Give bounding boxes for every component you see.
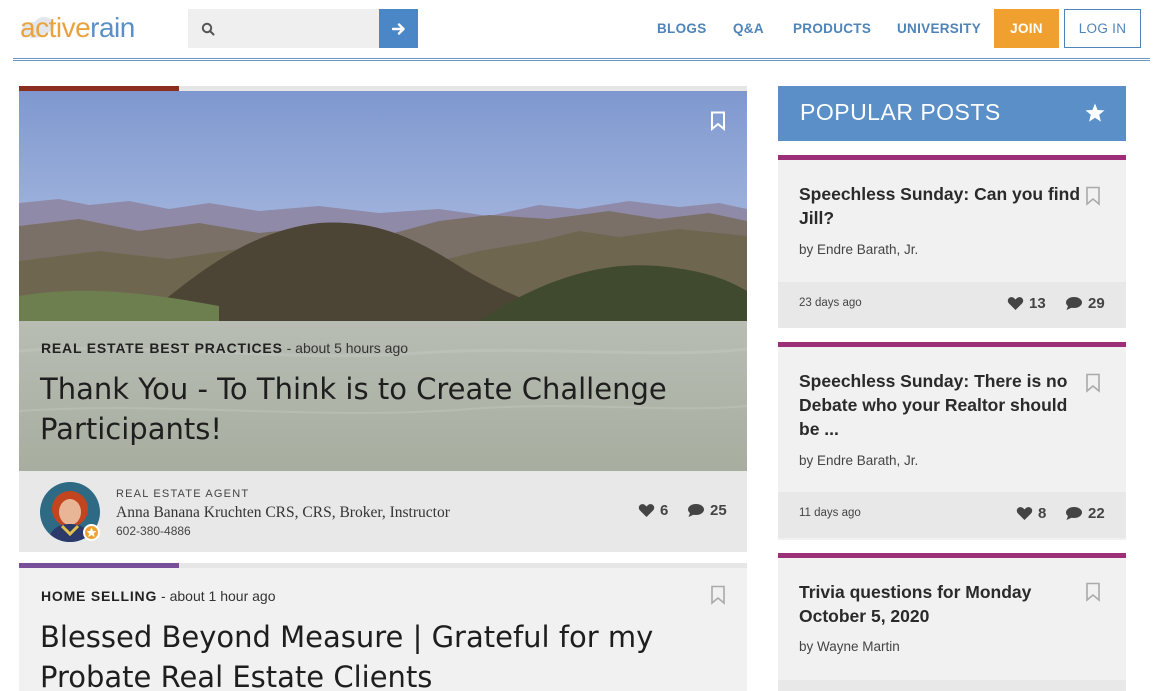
likes-count[interactable]: 8 — [1016, 505, 1046, 522]
agent-badge-icon — [83, 524, 100, 541]
likes-count[interactable]: 13 — [1007, 295, 1046, 312]
logo-text-active: active — [20, 12, 91, 43]
heart-icon — [638, 504, 655, 517]
nav-qa[interactable]: Q&A — [733, 8, 764, 48]
popular-post-title[interactable]: Trivia questions for Monday October 5, 2… — [799, 580, 1081, 628]
star-icon — [1085, 103, 1105, 122]
activerain-logo[interactable]: activerain — [20, 12, 135, 44]
post-title[interactable]: Blessed Beyond Measure | Grateful for my… — [40, 617, 730, 691]
popular-post-footer — [778, 680, 1126, 691]
popular-post-card[interactable]: Speechless Sunday: Can you find Jill? by… — [778, 155, 1126, 328]
search-input[interactable] — [224, 15, 374, 42]
post-category-link[interactable]: REAL ESTATE BEST PRACTICES — [41, 340, 283, 356]
popular-posts-header: POPULAR POSTS — [778, 86, 1126, 141]
logo-text-rain: rain — [90, 12, 135, 43]
card-top-bar — [778, 155, 1126, 160]
heart-icon — [1016, 507, 1033, 520]
popular-post-author[interactable]: by Endre Barath, Jr. — [799, 453, 918, 468]
arrow-right-icon — [391, 22, 405, 35]
popular-post-age: 11 days ago — [799, 507, 861, 519]
header-divider — [13, 58, 1150, 61]
comment-icon — [688, 504, 704, 517]
comment-icon — [1066, 507, 1082, 520]
bookmark-icon[interactable] — [1085, 186, 1101, 206]
search-box — [188, 9, 380, 48]
likes-count[interactable]: 6 — [638, 502, 668, 519]
card-top-bar — [778, 342, 1126, 347]
comments-count[interactable]: 22 — [1065, 505, 1105, 522]
card-category-accent — [19, 563, 179, 568]
join-button[interactable]: JOIN — [994, 9, 1059, 48]
post-title[interactable]: Thank You - To Think is to Create Challe… — [40, 369, 730, 449]
bookmark-icon[interactable] — [1085, 582, 1101, 602]
post-meta: HOME SELLING - about 1 hour ago — [41, 588, 275, 604]
comments-count[interactable]: 29 — [1065, 295, 1105, 312]
bookmark-icon[interactable] — [1085, 373, 1101, 393]
popular-post-title[interactable]: Speechless Sunday: There is no Debate wh… — [799, 369, 1081, 441]
post-time: - about 1 hour ago — [157, 588, 276, 604]
post-category-link[interactable]: HOME SELLING — [41, 588, 157, 604]
login-button[interactable]: LOG IN — [1064, 9, 1141, 48]
popular-posts-title: POPULAR POSTS — [800, 99, 1001, 125]
heart-icon — [1007, 297, 1024, 310]
popular-post-card[interactable]: Trivia questions for Monday October 5, 2… — [778, 553, 1126, 691]
popular-post-age: 23 days ago — [799, 297, 862, 309]
popular-post-footer: 23 days ago 13 29 — [778, 282, 1126, 328]
comments-count[interactable]: 25 — [687, 502, 727, 519]
author-bar: REAL ESTATE AGENT Anna Banana Kruchten C… — [19, 471, 747, 552]
popular-post-author[interactable]: by Endre Barath, Jr. — [799, 242, 918, 257]
nav-products[interactable]: PRODUCTS — [793, 8, 871, 48]
popular-post-footer: 11 days ago 8 22 — [778, 492, 1126, 538]
bookmark-icon[interactable] — [710, 585, 726, 605]
author-name[interactable]: Anna Banana Kruchten CRS, CRS, Broker, I… — [116, 504, 450, 522]
author-phone: 602-380-4886 — [116, 524, 191, 538]
search-icon — [201, 22, 215, 36]
post-meta: REAL ESTATE BEST PRACTICES - about 5 hou… — [41, 340, 408, 356]
site-header: activerain BLOGS Q&A PRODUCTS UNIVERSITY… — [0, 0, 1163, 61]
card-top-bar — [778, 553, 1126, 558]
popular-post-author[interactable]: by Wayne Martin — [799, 639, 900, 654]
nav-blogs[interactable]: BLOGS — [657, 8, 707, 48]
bookmark-icon[interactable] — [710, 111, 726, 131]
feature-post-card[interactable]: REAL ESTATE BEST PRACTICES - about 5 hou… — [19, 86, 747, 552]
popular-post-title[interactable]: Speechless Sunday: Can you find Jill? — [799, 182, 1081, 230]
comment-icon — [1066, 297, 1082, 310]
author-role: REAL ESTATE AGENT — [116, 488, 250, 500]
nav-university[interactable]: UNIVERSITY — [897, 8, 981, 48]
search-submit-button[interactable] — [379, 9, 418, 48]
post-card[interactable]: HOME SELLING - about 1 hour ago Blessed … — [19, 563, 747, 691]
post-time: - about 5 hours ago — [282, 340, 409, 356]
popular-post-card[interactable]: Speechless Sunday: There is no Debate wh… — [778, 342, 1126, 540]
